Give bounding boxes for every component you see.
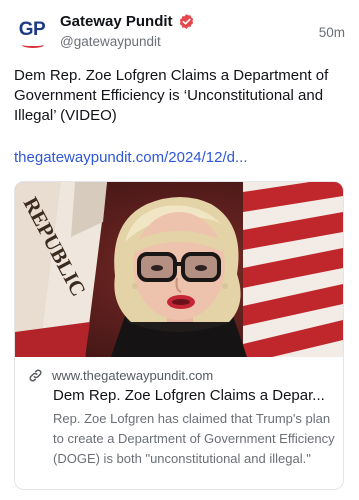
author-name-row: Gateway Pundit [60,11,195,31]
avatar[interactable]: GP [14,16,50,52]
link-preview-body: www.thegatewaypundit.com Dem Rep. Zoe Lo… [15,357,343,469]
link-title[interactable]: Dem Rep. Zoe Lofgren Claims a Depar... [53,387,335,404]
post-text: Dem Rep. Zoe Lofgren Claims a Department… [14,67,329,124]
author-handle[interactable]: @gatewaypundit [60,34,161,49]
social-post: GP Gateway Pundit @gatewaypundit 50m Dem… [0,0,359,500]
link-description: Rep. Zoe Lofgren has claimed that Trump'… [53,411,335,466]
link-icon [28,368,43,383]
author-display-name[interactable]: Gateway Pundit [60,13,173,30]
link-domain: www.thegatewaypundit.com [52,368,214,383]
post-timestamp: 50m [318,25,345,40]
avatar-logo-text: GP [18,19,46,40]
verified-badge-icon [178,13,195,30]
post-link[interactable]: thegatewaypundit.com/2024/12/d... [14,149,350,166]
link-domain-row: www.thegatewaypundit.com [27,367,331,384]
link-preview-image[interactable]: REPUBLIC [15,182,343,357]
link-preview-card[interactable]: REPUBLIC www.thegatewaypundit.com Dem Re… [14,181,344,490]
logo-swoosh-icon [22,42,44,48]
